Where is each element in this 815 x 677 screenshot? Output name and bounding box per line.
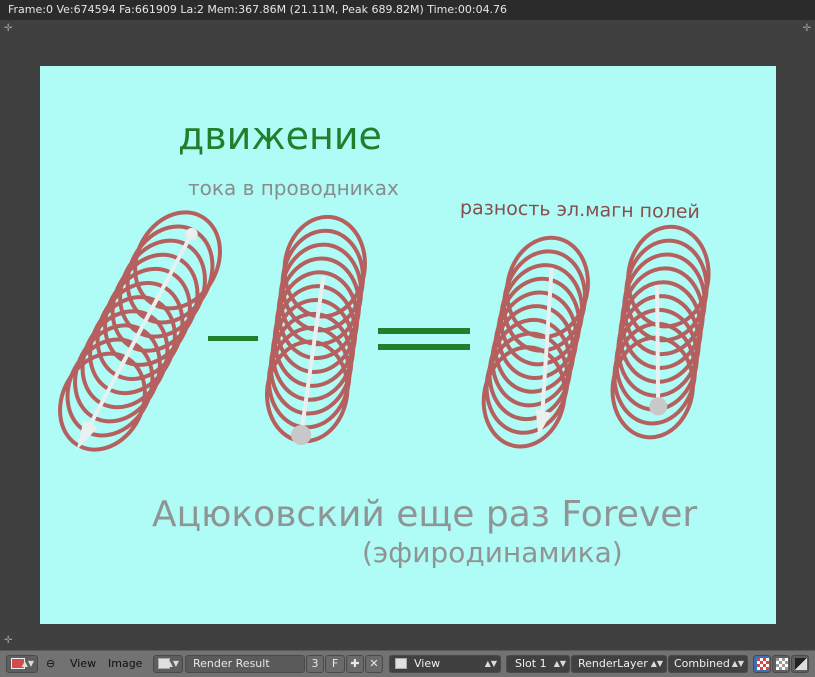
- view-mode-icon: [395, 658, 407, 669]
- menu-view[interactable]: View: [70, 655, 96, 673]
- close-icon: ✕: [369, 657, 379, 670]
- plus-icon: ✚: [350, 657, 360, 670]
- fake-user-text: F: [331, 657, 339, 670]
- render-pass-dropdown[interactable]: Combined ▲▼: [668, 655, 748, 673]
- collapse-menu-icon[interactable]: ⊖: [46, 655, 55, 673]
- alpha-mode-button-3[interactable]: [791, 655, 809, 673]
- image-viewport[interactable]: ✛ ✛ ✛ движение тока в проводниках разнос…: [0, 20, 815, 650]
- coil-left: [41, 197, 236, 469]
- render-caption-main: Ацюковский еще раз Forever: [152, 494, 698, 535]
- view-mode-text: View: [414, 657, 441, 670]
- chevron-updown-icon: ▲▼: [21, 659, 34, 668]
- status-text: Frame:0 Ve:674594 Fa:661909 La:2 Mem:367…: [8, 3, 508, 16]
- coil-right-a: [472, 228, 599, 457]
- render-image: движение тока в проводниках разность эл.…: [40, 66, 776, 624]
- checker-small-icon: [776, 658, 788, 670]
- status-bar: Frame:0 Ve:674594 Fa:661909 La:2 Mem:367…: [0, 0, 815, 20]
- users-count-text: 3: [311, 657, 319, 670]
- image-users-count: 3: [306, 655, 324, 673]
- checker-icon: [757, 658, 769, 670]
- menu-image[interactable]: Image: [108, 655, 142, 673]
- image-name-text: Render Result: [193, 657, 270, 670]
- render-pass-text: Combined: [674, 657, 730, 670]
- corner-plus-icon[interactable]: ✛: [4, 636, 12, 646]
- image-name-field[interactable]: Render Result: [185, 655, 305, 673]
- corner-plus-icon[interactable]: ✛: [803, 24, 811, 34]
- equals-sign: [378, 328, 470, 350]
- corner-plus-icon[interactable]: ✛: [4, 24, 12, 34]
- new-image-button[interactable]: ✚: [346, 655, 364, 673]
- render-layer-text: RenderLayer: [578, 657, 648, 670]
- chevron-updown-icon: ▲▼: [650, 659, 663, 668]
- coil-right-b: [604, 219, 717, 445]
- chevron-updown-icon: ▲▼: [166, 659, 179, 668]
- image-editor-header: ▲▼ ⊖ View Image ▲▼ Render Result 3 F ✚ ✕…: [0, 650, 815, 677]
- unlink-image-button[interactable]: ✕: [365, 655, 383, 673]
- image-browse-button[interactable]: ▲▼: [153, 655, 183, 673]
- fake-user-button[interactable]: F: [325, 655, 345, 673]
- render-caption-sub: (эфиродинамика): [362, 536, 623, 569]
- slot-dropdown[interactable]: Slot 1 ▲▼: [506, 655, 570, 673]
- coil-middle: [258, 209, 374, 449]
- alpha-diagonal-icon: [795, 658, 807, 670]
- chevron-updown-icon: ▲▼: [484, 659, 497, 668]
- minus-sign: [208, 336, 258, 341]
- view-mode-dropdown[interactable]: View ▲▼: [389, 655, 501, 673]
- alpha-mode-button-1[interactable]: [753, 655, 771, 673]
- chevron-updown-icon: ▲▼: [553, 659, 566, 668]
- chevron-updown-icon: ▲▼: [731, 659, 744, 668]
- editor-type-button[interactable]: ▲▼: [6, 655, 38, 673]
- slot-text: Slot 1: [515, 657, 547, 670]
- render-layer-dropdown[interactable]: RenderLayer ▲▼: [571, 655, 667, 673]
- alpha-mode-button-2[interactable]: [772, 655, 790, 673]
